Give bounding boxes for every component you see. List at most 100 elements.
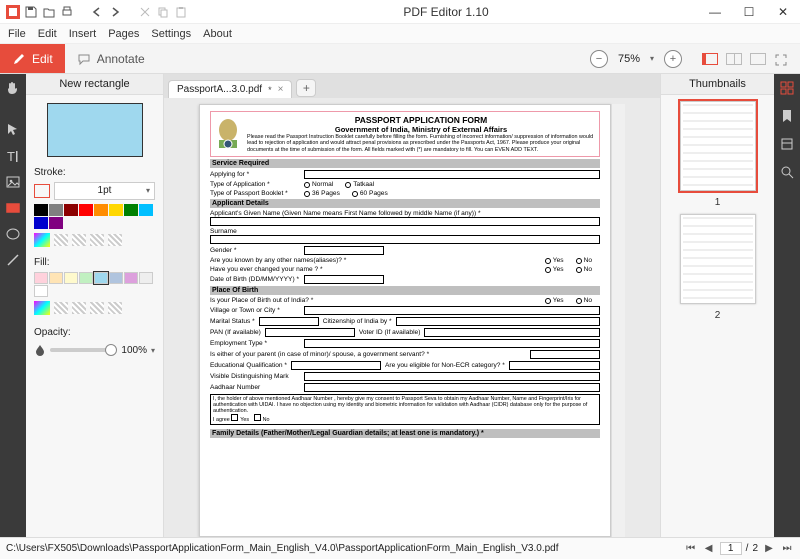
rectangle-tool-icon[interactable] <box>5 200 21 216</box>
fill-color-swatch[interactable] <box>79 272 93 284</box>
parent-gov-field[interactable] <box>530 350 600 359</box>
fill-none[interactable] <box>54 302 68 314</box>
fill-color-swatch[interactable] <box>109 272 123 284</box>
stroke-color-swatch[interactable] <box>34 217 48 229</box>
given-name-field[interactable] <box>210 217 600 226</box>
agree-yes-checkbox[interactable] <box>231 414 238 421</box>
stroke-color-swatch[interactable] <box>109 204 123 216</box>
page-next-button[interactable]: ▶ <box>762 543 776 554</box>
fill-color-swatch[interactable] <box>139 272 153 284</box>
changed-name-yes[interactable]: Yes <box>545 266 564 273</box>
zoom-in-button[interactable]: + <box>664 50 682 68</box>
stroke-color-swatch[interactable] <box>94 204 108 216</box>
fill-color-swatch[interactable] <box>124 272 138 284</box>
attachments-tab-icon[interactable] <box>779 136 795 152</box>
village-field[interactable] <box>304 306 600 315</box>
image-tool-icon[interactable] <box>5 174 21 190</box>
close-button[interactable]: ✕ <box>766 0 800 24</box>
stroke-color-swatch[interactable] <box>79 204 93 216</box>
text-tool-icon[interactable]: T <box>5 148 21 164</box>
stroke-color-swatch[interactable] <box>49 204 63 216</box>
radio-normal[interactable]: Normal <box>304 181 333 188</box>
stroke-color-swatch[interactable] <box>49 217 63 229</box>
print-icon[interactable] <box>60 5 74 19</box>
aliases-yes[interactable]: Yes <box>545 257 564 264</box>
aadhaar-field[interactable] <box>304 383 600 392</box>
copy-icon[interactable] <box>156 5 170 19</box>
radio-60pages[interactable]: 60 Pages <box>352 190 388 197</box>
line-tool-icon[interactable] <box>5 252 21 268</box>
page-number-input[interactable]: 1 <box>720 542 742 555</box>
minimize-button[interactable]: — <box>698 0 732 24</box>
page-prev-button[interactable]: ◀ <box>702 543 716 554</box>
menu-file[interactable]: File <box>8 28 26 40</box>
view-continuous-button[interactable] <box>750 53 766 65</box>
view-two-page-button[interactable] <box>726 53 742 65</box>
agree-no-checkbox[interactable] <box>254 414 261 421</box>
fill-color-swatch[interactable] <box>64 272 78 284</box>
thumbnails-tab-icon[interactable] <box>779 80 795 96</box>
stroke-custom-color[interactable] <box>34 233 50 247</box>
stroke-none[interactable] <box>54 234 68 246</box>
fill-color-swatch[interactable] <box>34 285 48 297</box>
zoom-value[interactable]: 75% <box>618 53 640 65</box>
undo-icon[interactable] <box>90 5 104 19</box>
pob-out-yes[interactable]: Yes <box>545 297 564 304</box>
pdf-page[interactable]: PASSPORT APPLICATION FORM Government of … <box>199 104 611 537</box>
fill-color-swatch[interactable] <box>94 272 108 284</box>
dist-mark-field[interactable] <box>304 372 600 381</box>
marital-field[interactable] <box>259 317 319 326</box>
bookmarks-tab-icon[interactable] <box>779 108 795 124</box>
fill-color-swatch[interactable] <box>34 272 48 284</box>
changed-name-no[interactable]: No <box>576 266 592 273</box>
maximize-button[interactable]: ☐ <box>732 0 766 24</box>
mode-edit[interactable]: Edit <box>0 44 65 73</box>
citizenship-field[interactable] <box>396 317 600 326</box>
radio-36pages[interactable]: 36 Pages <box>304 190 340 197</box>
paste-icon[interactable] <box>174 5 188 19</box>
menu-edit[interactable]: Edit <box>38 28 57 40</box>
non-ecr-field[interactable] <box>509 361 600 370</box>
tab-close-icon[interactable]: × <box>278 84 284 95</box>
zoom-dropdown-icon[interactable]: ▾ <box>650 54 654 63</box>
stroke-color-swatch[interactable] <box>139 204 153 216</box>
save-icon[interactable] <box>24 5 38 19</box>
hand-tool-icon[interactable] <box>5 80 21 96</box>
vertical-scrollbar[interactable] <box>611 104 625 537</box>
fill-color-swatch[interactable] <box>49 272 63 284</box>
opacity-slider[interactable] <box>50 348 117 352</box>
edu-field[interactable] <box>291 361 381 370</box>
stroke-color-swatch[interactable] <box>64 204 78 216</box>
open-icon[interactable] <box>42 5 56 19</box>
employment-field[interactable] <box>304 339 600 348</box>
stroke-color-swatch[interactable] <box>124 204 138 216</box>
thumbnail-page-1[interactable] <box>680 101 756 191</box>
mode-annotate[interactable]: Annotate <box>65 44 157 73</box>
document-tab[interactable]: PassportA...3.0.pdf * × <box>168 80 292 98</box>
pob-out-no[interactable]: No <box>576 297 592 304</box>
page-last-button[interactable]: ⏭ <box>780 543 794 554</box>
menu-settings[interactable]: Settings <box>151 28 191 40</box>
stroke-width-select[interactable]: 1pt <box>54 182 155 200</box>
menu-pages[interactable]: Pages <box>108 28 139 40</box>
pointer-tool-icon[interactable] <box>5 122 21 138</box>
radio-tatkaal[interactable]: Tatkaal <box>345 181 374 188</box>
ellipse-tool-icon[interactable] <box>5 226 21 242</box>
opacity-dropdown-icon[interactable]: ▾ <box>151 346 155 355</box>
zoom-out-button[interactable]: − <box>590 50 608 68</box>
cut-icon[interactable] <box>138 5 152 19</box>
menu-insert[interactable]: Insert <box>69 28 97 40</box>
applying-for-field[interactable] <box>304 170 600 179</box>
thumbnail-page-2[interactable] <box>680 214 756 304</box>
fullscreen-icon[interactable] <box>774 53 790 65</box>
dob-field[interactable] <box>304 275 384 284</box>
new-tab-button[interactable]: + <box>296 79 316 97</box>
aliases-no[interactable]: No <box>576 257 592 264</box>
fill-custom-color[interactable] <box>34 301 50 315</box>
stroke-color-swatch[interactable] <box>34 184 50 198</box>
redo-icon[interactable] <box>108 5 122 19</box>
view-single-page-button[interactable] <box>702 53 718 65</box>
voter-field[interactable] <box>424 328 600 337</box>
stroke-color-swatch[interactable] <box>34 204 48 216</box>
menu-about[interactable]: About <box>203 28 232 40</box>
